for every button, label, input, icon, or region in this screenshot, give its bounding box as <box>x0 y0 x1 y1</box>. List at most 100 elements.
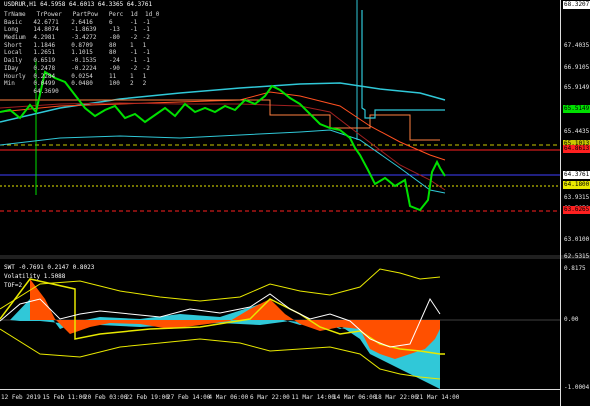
trading-terminal-screen: USDRUR,H1 64.5958 64.6013 64.3365 64.376… <box>0 0 590 406</box>
price-axis-label: 65.4435 <box>564 128 590 135</box>
table-cell: 0.0480 <box>71 80 93 88</box>
table-cell: 2 <box>142 80 147 88</box>
table-cell: 64.3690 <box>33 87 59 95</box>
price-tag: 64.3761 <box>563 171 590 179</box>
col-header: PartPow <box>72 11 98 18</box>
table-row: Short 1.1846 0.8709 80 1 1 <box>4 42 159 50</box>
time-axis-label: 27 Feb 14:00 <box>167 394 211 401</box>
table-cell: -1 <box>142 18 150 26</box>
table-cell: 80 <box>108 41 117 49</box>
table-cell: -3.4272 <box>71 34 97 42</box>
col-header: Perc <box>108 11 124 18</box>
chart-title: USDRUR,H1 64.5958 64.6013 64.3365 64.376… <box>4 1 153 8</box>
ma-darkred <box>0 102 446 191</box>
time-axis-label: 20 Feb 03:00 <box>84 394 128 401</box>
table-cell: -2 <box>129 64 138 72</box>
price-axis-label: 65.9149 <box>564 84 590 91</box>
table-cell: 2 <box>129 80 134 88</box>
table-cell: -1 <box>129 18 138 26</box>
table-cell: -0.1535 <box>71 57 97 65</box>
table-row: Hourly 0.2284 0.0254 11 1 1 <box>4 73 159 81</box>
ma-cyan-fast <box>0 129 446 194</box>
table-row: Medium 4.2981 -3.4272 -80 -2 -2 <box>4 34 159 42</box>
col-header: 1d <box>130 11 138 18</box>
table-row: IDay 0.2478 -0.2224 -90 -2 -2 <box>4 65 159 73</box>
table-row: Min 0.0499 0.0480 100 2 2 <box>4 80 159 88</box>
table-row: Local 1.2651 1.1015 80 -1 -1 <box>4 49 159 57</box>
price-axis[interactable]: 68.3207 67.4035 66.9105 65.9149 65.4435 64.37… <box>560 0 590 406</box>
table-header-row: TrName TrPower PartPow Perc 1d 1d_0 <box>4 11 159 19</box>
table-cell: 6 <box>108 18 113 26</box>
volatility-label: Volatility 1.5088 <box>4 273 66 280</box>
time-axis-label: 14 Mar 06:00 <box>333 394 377 401</box>
table-cell: 4.2981 <box>33 34 56 42</box>
table-cell: IDay <box>4 64 19 72</box>
table-cell: Local <box>4 49 23 57</box>
price-axis-label: -1.0004 <box>564 384 590 391</box>
table-cell: -1 <box>129 26 138 34</box>
table-cell: 100 <box>108 80 120 88</box>
table-cell: -24 <box>108 57 120 65</box>
time-axis-label: 11 Mar 14:00 <box>291 394 335 401</box>
table-cell: 0.8709 <box>71 41 93 49</box>
price-tag: 64.1800 <box>563 181 590 189</box>
time-axis-label: 4 Mar 06:00 <box>208 394 249 401</box>
price-tag: 63.6265 <box>563 206 590 214</box>
table-cell: 1.1015 <box>71 49 93 57</box>
table-cell: -1 <box>129 57 138 65</box>
table-row: Basic 42.6771 2.6416 6 -1 -1 <box>4 19 159 27</box>
table-cell: -13 <box>108 26 120 34</box>
table-cell: 11 <box>108 72 117 80</box>
time-axis-label: 18 Mar 22:00 <box>374 394 418 401</box>
table-cell: 2.6416 <box>71 18 93 26</box>
table-cell: 1.2651 <box>33 49 56 57</box>
table-cell: -80 <box>108 34 120 42</box>
table-cell: Daily <box>4 57 23 65</box>
time-axis-label: 12 Feb 2019 <box>1 394 41 401</box>
table-body: Basic 42.6771 2.6416 6 -1 -1 Long 14.8074 -1.863… <box>4 19 159 96</box>
table-cell: -90 <box>108 64 120 72</box>
price-axis-label: 67.4035 <box>564 42 590 49</box>
table-cell: Min <box>4 80 15 88</box>
time-axis-label: 15 Feb 11:00 <box>42 394 86 401</box>
time-axis-label: 6 Mar 22:00 <box>250 394 290 401</box>
table-cell: Long <box>4 26 19 34</box>
price-tag: 64.8613 <box>563 145 590 153</box>
channel-cyan <box>361 10 445 119</box>
table-cell: Medium <box>4 34 26 42</box>
price-axis-label: 62.5315 <box>564 253 590 260</box>
table-cell: -1 <box>142 57 150 65</box>
table-cell: -2 <box>142 64 150 72</box>
table-cell: 42.6771 <box>33 18 59 26</box>
table-cell: -1.8639 <box>71 26 97 34</box>
upper-band <box>0 268 441 310</box>
price-axis-label: 66.9105 <box>564 64 590 71</box>
col-header: TrName <box>4 11 26 18</box>
time-axis-label: 21 Mar 14:00 <box>416 394 460 401</box>
swt-indicator-chart[interactable] <box>0 259 560 389</box>
time-axis[interactable]: 12 Feb 2019 15 Feb 11:00 20 Feb 03:00 22 Fe… <box>0 389 560 406</box>
table-cell: 14.8074 <box>33 26 59 34</box>
price-tag: 65.5149 <box>563 105 590 113</box>
table-cell: -2 <box>142 34 150 42</box>
table-cell: 80 <box>108 49 117 57</box>
table-cell: -1 <box>142 49 150 57</box>
price-axis-label: 0.8175 <box>564 265 586 272</box>
table-cell: 1.1846 <box>33 41 56 49</box>
table-cell: -0.2224 <box>71 64 97 72</box>
table-cell: -2 <box>129 34 138 42</box>
table-cell: -1 <box>129 49 138 57</box>
tof-label: TOF=2 <box>4 282 23 289</box>
table-cell: 0.2478 <box>33 64 56 72</box>
time-axis-label: 22 Feb 19:00 <box>125 394 169 401</box>
table-cell: 0.0254 <box>71 72 93 80</box>
price-axis-label: 63.9315 <box>564 194 590 201</box>
table-cell: 1 <box>129 72 134 80</box>
table-row: 64.3690 <box>4 88 159 96</box>
table-cell: 0.0499 <box>33 80 56 88</box>
price-axis-label: 63.0100 <box>564 236 590 243</box>
col-header: 1d_0 <box>144 11 160 18</box>
price-tag: 68.3207 <box>563 1 590 9</box>
table-cell: 0.2284 <box>33 72 56 80</box>
table-cell: 1 <box>129 41 134 49</box>
